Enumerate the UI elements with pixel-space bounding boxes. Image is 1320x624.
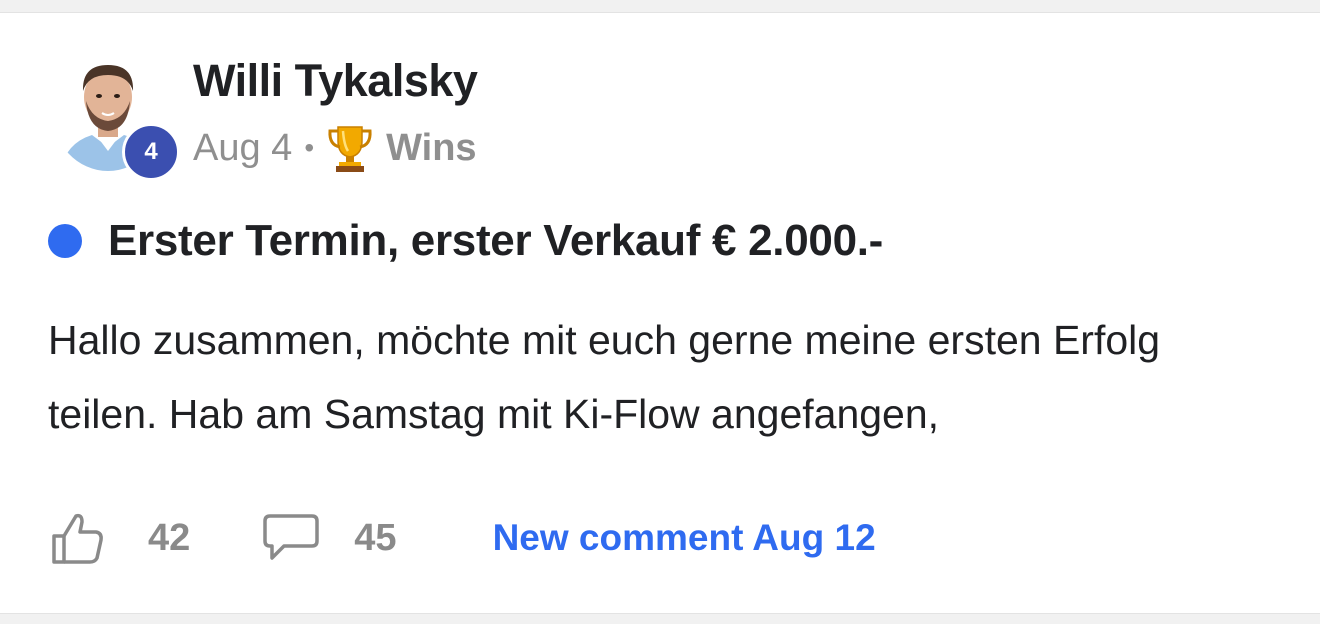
post-body[interactable]: Hallo zusammen, möchte mit euch gerne me… [48, 303, 1278, 451]
comment-icon [263, 514, 320, 560]
category-label[interactable]: Wins [386, 127, 476, 170]
post-date: Aug 4 [193, 126, 293, 169]
author-name[interactable]: Willi Tykalsky [193, 55, 478, 107]
post-meta: Aug 4 • Wins [193, 123, 477, 173]
author-avatar-wrapper[interactable]: 4 [52, 51, 182, 191]
post-title-row[interactable]: Erster Termin, erster Verkauf € 2.000.- [48, 209, 883, 273]
post-title[interactable]: Erster Termin, erster Verkauf € 2.000.- [108, 216, 883, 266]
like-button[interactable]: 42 [50, 510, 190, 566]
comment-count: 45 [354, 516, 397, 559]
unread-indicator [48, 224, 82, 258]
trophy-icon [328, 126, 372, 172]
post-actions: 42 45 New comment Aug 12 [50, 503, 876, 573]
comment-button[interactable]: 45 [262, 512, 397, 564]
meta-separator: • [304, 132, 315, 163]
thumbs-up-icon [52, 513, 103, 564]
level-badge: 4 [122, 123, 180, 181]
post-card[interactable]: 4 Willi Tykalsky Aug 4 • Wins Erster Ter… [0, 12, 1320, 614]
like-count: 42 [148, 516, 191, 559]
new-comment-link[interactable]: New comment Aug 12 [493, 517, 876, 559]
